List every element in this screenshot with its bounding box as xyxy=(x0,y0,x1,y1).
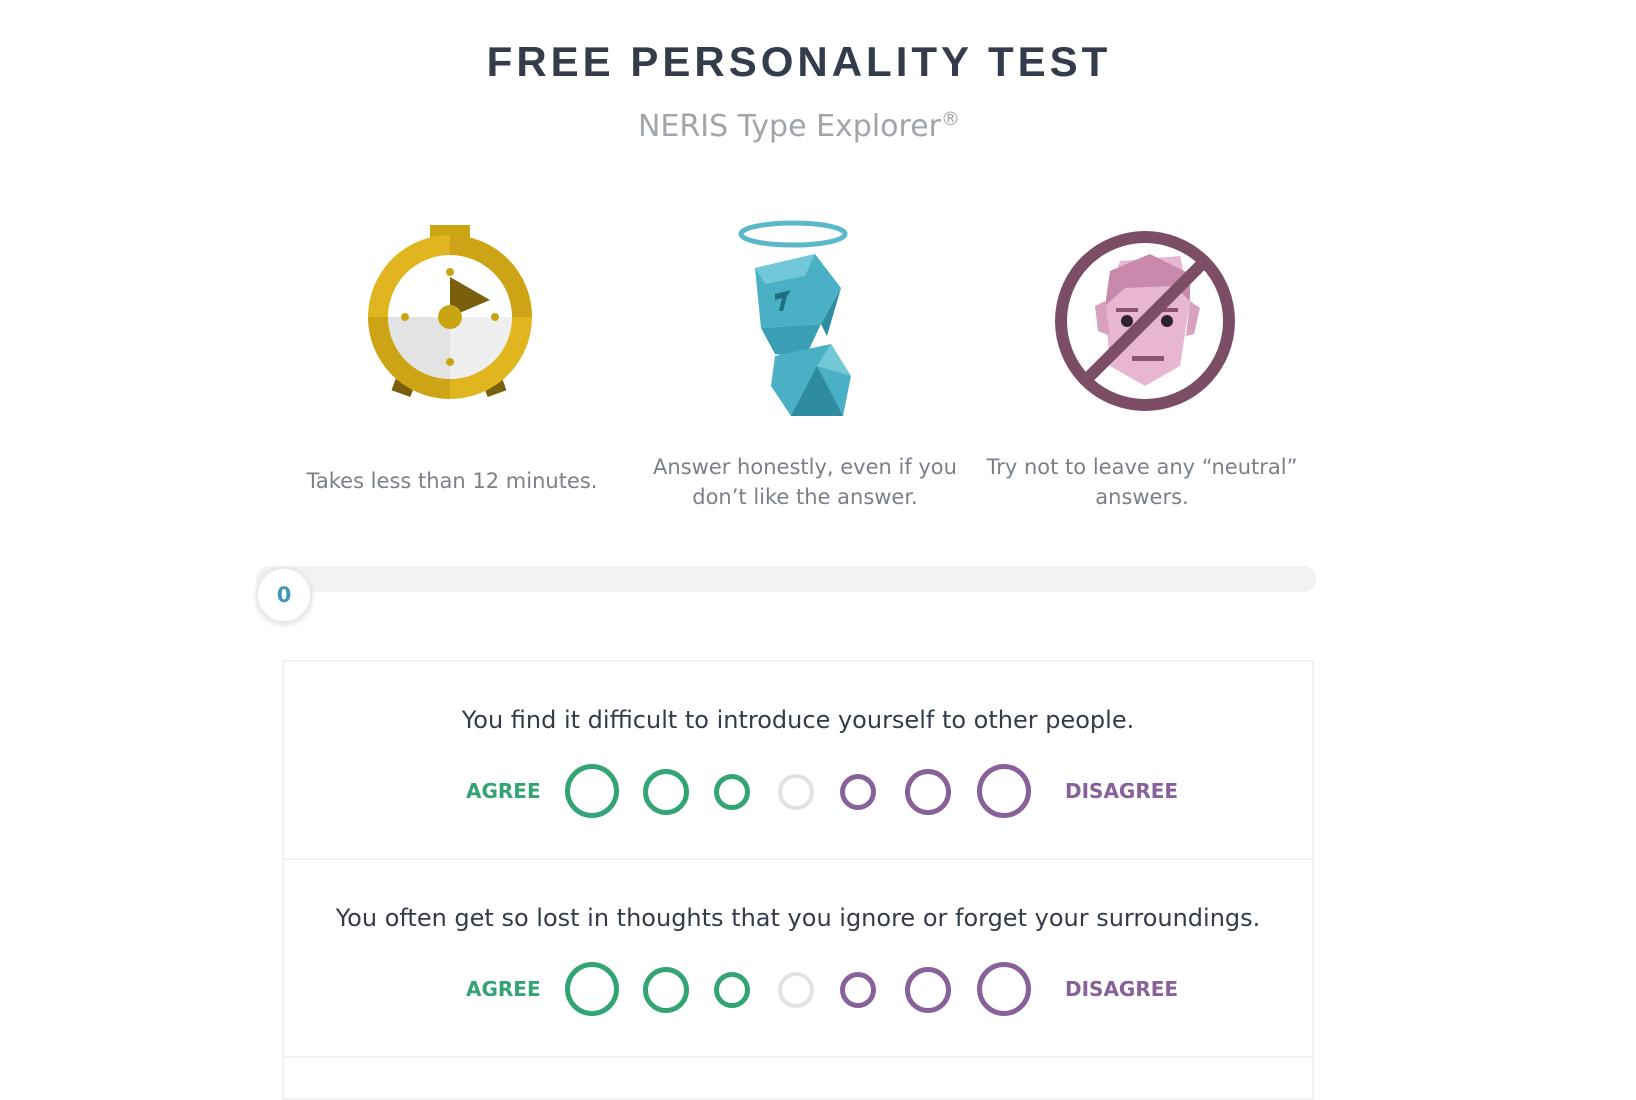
no-neutral-face-icon xyxy=(1055,231,1235,411)
answer-disagree-slight[interactable] xyxy=(840,972,876,1008)
answer-agree-slight[interactable] xyxy=(714,774,750,810)
progress-bar xyxy=(256,566,1316,592)
answer-agree-strong[interactable] xyxy=(565,764,619,818)
answer-disagree-strong[interactable] xyxy=(977,764,1031,818)
question-card: You often get so lost in thoughts that y… xyxy=(282,858,1314,1058)
answer-agree-moderate[interactable] xyxy=(643,769,689,815)
answer-disagree-strong[interactable] xyxy=(977,962,1031,1016)
agree-label: AGREE xyxy=(466,977,541,1001)
subtitle-text: NERIS Type Explorer xyxy=(637,109,942,144)
answer-disagree-moderate[interactable] xyxy=(905,967,951,1013)
answer-disagree-slight[interactable] xyxy=(840,774,876,810)
page-title: FREE PERSONALITY TEST xyxy=(486,38,1112,85)
answer-agree-strong[interactable] xyxy=(565,962,619,1016)
disagree-label: DISAGREE xyxy=(1065,977,1179,1001)
angel-figure-icon xyxy=(738,220,851,416)
disagree-label: DISAGREE xyxy=(1065,779,1179,803)
question-text: You find it difficult to introduce yours… xyxy=(461,706,1135,734)
answer-neutral[interactable] xyxy=(778,972,814,1008)
feature-honesty: Answer honestly, even if you don’t like … xyxy=(653,455,957,509)
page-subtitle: NERIS Type Explorer® xyxy=(0,108,1598,144)
question-card-partial xyxy=(282,1056,1314,1100)
question-text: You often get so lost in thoughts that y… xyxy=(335,904,1261,932)
feature-time: Takes less than 12 minutes. xyxy=(306,469,598,493)
question-card: You find it difficult to introduce yours… xyxy=(282,660,1314,860)
feature-neutral: Try not to leave any “neutral” answers. xyxy=(986,455,1298,509)
answer-agree-slight[interactable] xyxy=(714,972,750,1008)
stopwatch-icon xyxy=(368,225,532,399)
answer-neutral[interactable] xyxy=(778,774,814,810)
progress-indicator: 0 xyxy=(256,567,312,623)
registered-mark: ® xyxy=(941,108,961,130)
agree-label: AGREE xyxy=(466,779,541,803)
answer-agree-moderate[interactable] xyxy=(643,967,689,1013)
answer-disagree-moderate[interactable] xyxy=(905,769,951,815)
